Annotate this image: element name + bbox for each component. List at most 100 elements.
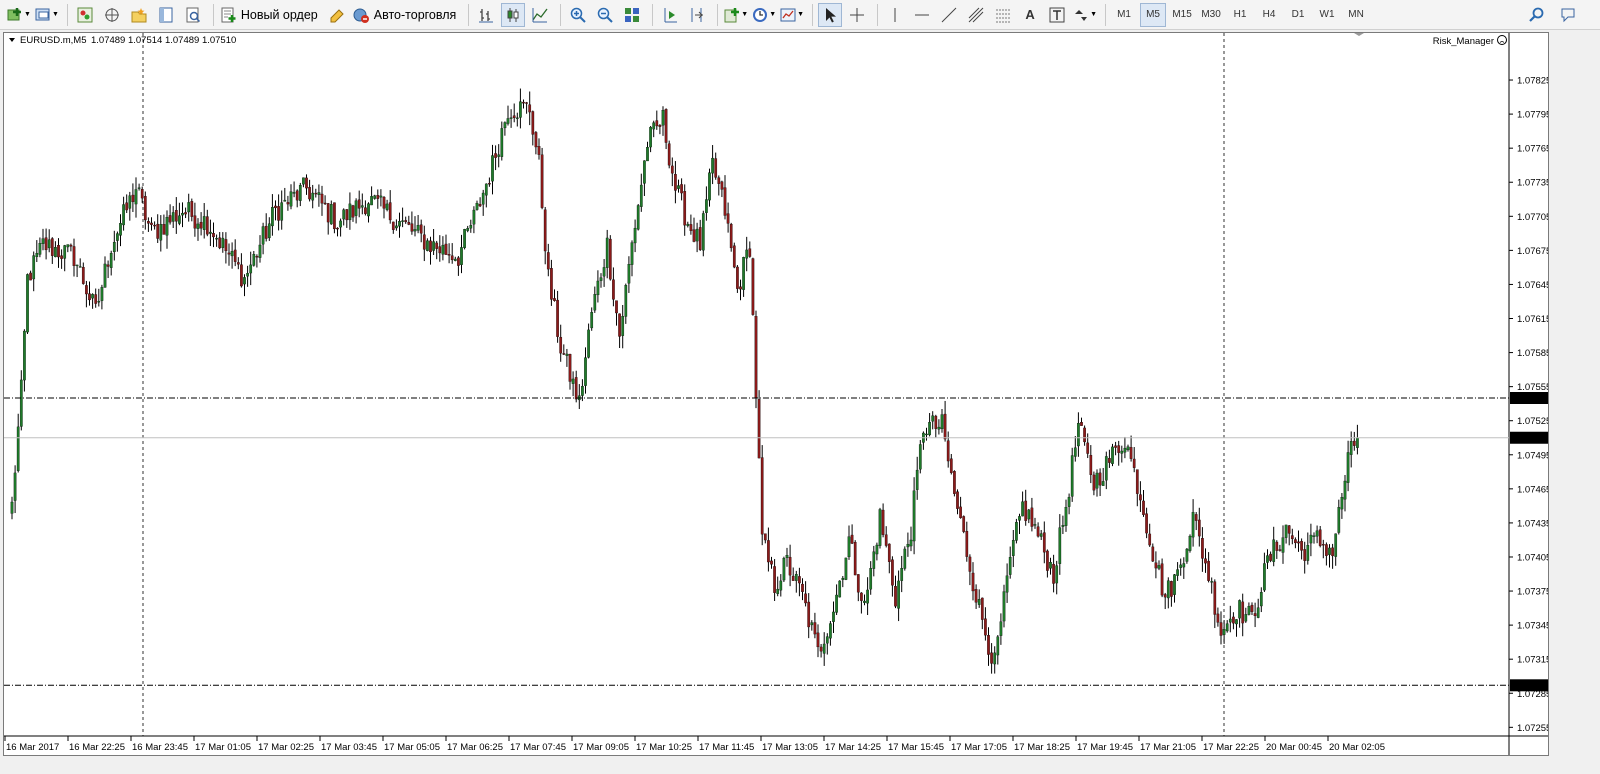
chat-button[interactable] (1556, 3, 1580, 27)
vertical-line-button[interactable] (883, 3, 907, 27)
navigator-button[interactable] (100, 3, 124, 27)
candle-bull (339, 220, 342, 228)
candle-bear (1278, 549, 1282, 551)
candle-bull (385, 203, 389, 210)
candle-bear (658, 125, 662, 127)
candle-bull (32, 255, 36, 280)
x-tick-label: 17 Mar 01:05 (195, 742, 251, 753)
zoom-out-icon (596, 6, 614, 24)
periods-button[interactable]: ▼ (751, 3, 776, 27)
candlestick-chart-button[interactable] (501, 2, 526, 27)
candle-bull (701, 213, 705, 251)
candle-bear (801, 583, 804, 592)
timeframe-m15-button[interactable]: M15 (1169, 3, 1195, 27)
candle-bull (91, 294, 94, 299)
meta-editor-button[interactable] (325, 3, 349, 27)
channel-icon (967, 6, 985, 24)
chat-icon (1559, 6, 1577, 24)
candle-bear (1092, 474, 1096, 491)
timeframe-d1-button[interactable]: D1 (1285, 3, 1311, 27)
candle-bull (426, 240, 429, 251)
toolbar-separator (66, 3, 68, 26)
bar-chart-button[interactable] (474, 3, 498, 27)
favorites-button[interactable] (127, 3, 151, 27)
strategy-tester-button[interactable] (181, 3, 205, 27)
candle-bear (376, 195, 380, 199)
templates-icon (779, 6, 797, 24)
candle-bear (748, 248, 752, 257)
candle-bull (38, 243, 42, 255)
candle-bear (1297, 541, 1300, 544)
candle-bull (506, 118, 510, 124)
candle-bear (333, 202, 336, 230)
candle-bull (1244, 614, 1248, 622)
candle-bull (1306, 545, 1310, 561)
new-order-button[interactable]: Новый ордер (219, 3, 322, 27)
candles-group (10, 88, 1359, 674)
zoom-in-button[interactable] (566, 3, 590, 27)
candle-bull (1346, 452, 1350, 483)
arrows-button[interactable]: ▼ (1072, 3, 1097, 27)
candle-bull (373, 195, 377, 199)
candle-bear (853, 541, 857, 576)
candle-bull (1104, 456, 1108, 481)
text-tool-button[interactable]: A (1018, 3, 1042, 27)
candle-bear (125, 202, 129, 211)
candle-bull (844, 557, 848, 580)
vertical-scrollbar[interactable] (1552, 32, 1566, 756)
market-watch-button[interactable] (73, 3, 97, 27)
fibonacci-button[interactable] (991, 3, 1015, 27)
cursor-arrow-icon (821, 6, 839, 24)
text-label-button[interactable] (1045, 3, 1069, 27)
candle-bear (816, 632, 820, 648)
candle-bear (429, 240, 432, 253)
indicators-button[interactable]: ▼ (723, 3, 748, 27)
candle-bull (342, 209, 346, 220)
cursor-tool-button[interactable] (818, 2, 843, 27)
y-tick-label: 1.07705 (1517, 212, 1548, 223)
auto-trading-icon (352, 6, 370, 24)
auto-trading-button[interactable]: Авто-торговля (352, 3, 461, 27)
candle-bear (1194, 514, 1198, 521)
timeframe-h4-button[interactable]: H4 (1256, 3, 1282, 27)
candle-bull (912, 490, 916, 542)
line-chart-button[interactable] (528, 3, 552, 27)
equidistant-channel-button[interactable] (964, 3, 988, 27)
chart-window[interactable]: 1.07825 1.07795 1.07765 1.07735 1.07705 1.076… (3, 32, 1549, 756)
timeframe-m1-button[interactable]: M1 (1111, 3, 1137, 27)
new-chart-button[interactable]: ▼ (6, 3, 31, 27)
candle-bull (41, 238, 45, 244)
clock-icon (751, 6, 769, 24)
candle-bull (128, 195, 132, 209)
crosshair-tool-button[interactable] (845, 3, 869, 27)
profiles-button[interactable]: ▼ (34, 3, 59, 27)
candle-bear (305, 177, 308, 189)
candle-bull (16, 426, 20, 471)
candle-bull (1210, 581, 1214, 583)
timeframe-m5-button[interactable]: M5 (1140, 2, 1167, 27)
arrows-icon (1072, 6, 1090, 24)
candle-bull (261, 226, 265, 245)
tile-windows-button[interactable] (620, 3, 644, 27)
candle-bear (388, 202, 392, 221)
terminal-button[interactable] (154, 3, 178, 27)
bar-chart-icon (477, 6, 495, 24)
chart-shift-button[interactable] (685, 3, 709, 27)
candle-bear (767, 540, 770, 563)
timeframe-h1-button[interactable]: H1 (1227, 3, 1253, 27)
timeframe-w1-button[interactable]: W1 (1314, 3, 1340, 27)
search-button[interactable] (1524, 3, 1548, 27)
candle-bear (193, 215, 197, 229)
chart-shift-marker-icon (1354, 33, 1364, 36)
horizontal-line-button[interactable] (910, 3, 934, 27)
candle-bull (872, 551, 876, 569)
zoom-out-button[interactable] (593, 3, 617, 27)
x-tick-label: 17 Mar 17:05 (951, 742, 1007, 753)
x-tick-label: 20 Mar 02:05 (1329, 742, 1385, 753)
candle-bull (137, 187, 141, 189)
timeframe-m30-button[interactable]: M30 (1198, 3, 1224, 27)
timeframe-mn-button[interactable]: MN (1343, 3, 1369, 27)
auto-scroll-button[interactable] (658, 3, 682, 27)
templates-button[interactable]: ▼ (779, 3, 804, 27)
trendline-button[interactable] (937, 3, 961, 27)
